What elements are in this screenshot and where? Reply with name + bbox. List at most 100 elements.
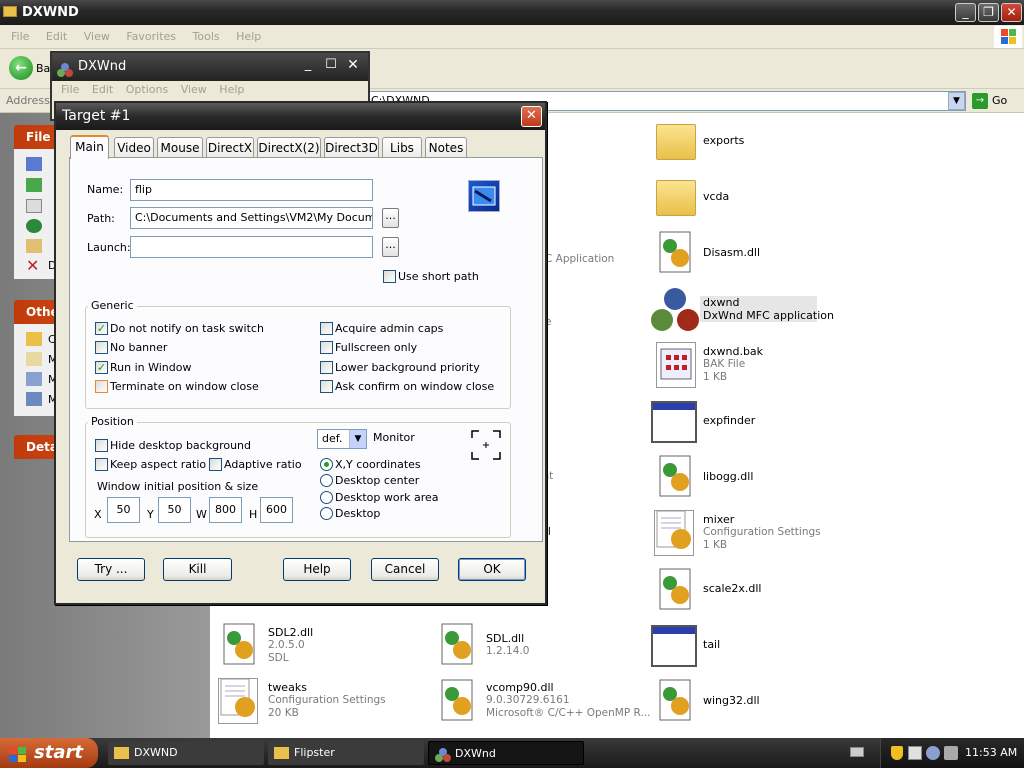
file-name[interactable]: SDL2.dll xyxy=(268,626,313,639)
fullscreen-only-checkbox[interactable] xyxy=(320,341,333,354)
tab-direct3d[interactable]: Direct3D xyxy=(324,137,379,158)
position-picker-crosshair[interactable] xyxy=(471,430,501,460)
volume-icon[interactable] xyxy=(944,746,958,760)
monitor-select[interactable]: def. ▼ xyxy=(317,429,367,449)
lower-bg-priority-checkbox[interactable] xyxy=(320,361,333,374)
xy-coords-radio[interactable] xyxy=(320,458,333,471)
exe-window-icon[interactable] xyxy=(651,401,697,443)
security-alert-icon[interactable] xyxy=(908,746,922,760)
menu-file[interactable]: File xyxy=(11,25,29,49)
menu-help[interactable]: Help xyxy=(236,25,261,49)
file-name[interactable]: tweaks xyxy=(268,681,307,694)
desktop-work-radio[interactable] xyxy=(320,491,333,504)
dxwnd-menu-options[interactable]: Options xyxy=(126,83,168,96)
ok-button[interactable]: OK xyxy=(458,558,526,581)
run-in-window-checkbox[interactable]: ✓ xyxy=(95,361,108,374)
address-dropdown[interactable]: ▼ xyxy=(948,92,965,110)
dxwnd-menu-file[interactable]: File xyxy=(61,83,79,96)
bak-file-icon[interactable] xyxy=(656,342,696,388)
network-icon[interactable] xyxy=(926,746,940,760)
name-field[interactable]: flip xyxy=(130,179,373,201)
dll-file-icon[interactable] xyxy=(656,567,696,611)
file-name[interactable]: wing32.dll xyxy=(703,694,760,707)
path-browse-button[interactable]: ... xyxy=(382,208,399,228)
file-name[interactable]: tail xyxy=(703,638,720,651)
keyboard-icon[interactable] xyxy=(850,747,864,757)
dxwnd-menu-help[interactable]: Help xyxy=(219,83,244,96)
email-icon[interactable] xyxy=(26,239,42,253)
copy-icon[interactable] xyxy=(26,199,42,213)
launch-field[interactable] xyxy=(130,236,373,258)
file-name[interactable]: exports xyxy=(703,134,744,147)
tab-notes[interactable]: Notes xyxy=(425,137,467,158)
minimize-button[interactable]: _ xyxy=(955,3,976,22)
x-input[interactable]: 50 xyxy=(107,497,140,523)
file-name[interactable]: expfinder xyxy=(703,414,755,427)
keep-aspect-checkbox[interactable] xyxy=(95,458,108,471)
menu-edit[interactable]: Edit xyxy=(46,25,67,49)
taskbar-item-dxwnd-folder[interactable]: DXWND xyxy=(108,741,264,765)
tab-main[interactable]: Main xyxy=(70,135,109,159)
use-short-path-checkbox[interactable] xyxy=(383,270,396,283)
tab-mouse[interactable]: Mouse xyxy=(157,137,203,158)
dll-file-icon[interactable] xyxy=(656,230,696,274)
cancel-button[interactable]: Cancel xyxy=(371,558,439,581)
dialog-close-button[interactable]: ✕ xyxy=(521,106,542,127)
dxwnd-minimize-button[interactable]: _ xyxy=(298,57,318,77)
dxwnd-close-button[interactable]: ✕ xyxy=(343,57,363,77)
target-app-icon[interactable] xyxy=(468,180,500,212)
dxwnd-maximize-button[interactable]: ☐ xyxy=(321,57,341,77)
back-arrow-icon[interactable]: ← xyxy=(9,56,33,80)
publish-icon[interactable] xyxy=(26,219,42,233)
dll-file-icon[interactable] xyxy=(656,678,696,722)
file-name[interactable]: scale2x.dll xyxy=(703,582,761,595)
w-input[interactable]: 800 xyxy=(209,497,242,523)
clock[interactable]: 11:53 AM xyxy=(965,738,1017,768)
dxwnd-menu-edit[interactable]: Edit xyxy=(92,83,113,96)
path-field[interactable]: C:\Documents and Settings\VM2\My Documen… xyxy=(130,207,373,229)
tab-libs[interactable]: Libs xyxy=(382,137,422,158)
ask-confirm-checkbox[interactable] xyxy=(320,380,333,393)
dll-file-icon[interactable] xyxy=(656,454,696,498)
exe-window-icon[interactable] xyxy=(651,625,697,667)
taskbar-item-flipster[interactable]: Flipster xyxy=(268,741,424,765)
computer-icon[interactable] xyxy=(26,372,42,386)
delete-icon[interactable]: ✕ xyxy=(26,256,39,275)
folder-icon[interactable] xyxy=(656,180,696,216)
start-button[interactable]: start xyxy=(0,738,98,768)
documents-icon[interactable] xyxy=(26,352,42,366)
taskbar-item-dxwnd-app[interactable]: DXWnd xyxy=(428,741,584,765)
file-name[interactable]: Disasm.dll xyxy=(703,246,760,259)
config-file-icon[interactable] xyxy=(218,678,258,724)
tab-video[interactable]: Video xyxy=(114,137,154,158)
do-not-notify-checkbox[interactable]: ✓ xyxy=(95,322,108,335)
hide-desktop-checkbox[interactable] xyxy=(95,439,108,452)
tab-directx[interactable]: DirectX xyxy=(206,137,254,158)
tab-directx2[interactable]: DirectX(2) xyxy=(257,137,321,158)
file-name[interactable]: libogg.dll xyxy=(703,470,753,483)
desktop-center-radio[interactable] xyxy=(320,474,333,487)
try-button[interactable]: Try ... xyxy=(77,558,145,581)
no-banner-checkbox[interactable] xyxy=(95,341,108,354)
move-icon[interactable] xyxy=(26,178,42,192)
acquire-admin-checkbox[interactable] xyxy=(320,322,333,335)
rename-icon[interactable] xyxy=(26,157,42,171)
file-name[interactable]: mixer xyxy=(703,513,734,526)
dll-file-icon[interactable] xyxy=(438,678,478,722)
file-name[interactable]: dxwnd.bak xyxy=(703,345,763,358)
adaptive-ratio-checkbox[interactable] xyxy=(209,458,222,471)
dxwnd-app-icon[interactable] xyxy=(650,287,700,333)
menu-tools[interactable]: Tools xyxy=(193,25,220,49)
menu-view[interactable]: View xyxy=(84,25,110,49)
h-input[interactable]: 600 xyxy=(260,497,293,523)
file-name[interactable]: SDL.dll xyxy=(486,632,524,645)
help-button[interactable]: Help xyxy=(283,558,351,581)
shield-icon[interactable] xyxy=(891,746,903,760)
file-name[interactable]: vcda xyxy=(703,190,729,203)
desktop-radio[interactable] xyxy=(320,507,333,520)
go-button[interactable]: → Go xyxy=(972,92,1022,110)
close-button[interactable]: ✕ xyxy=(1001,3,1022,22)
y-input[interactable]: 50 xyxy=(158,497,191,523)
launch-browse-button[interactable]: ... xyxy=(382,237,399,257)
menu-favorites[interactable]: Favorites xyxy=(126,25,176,49)
